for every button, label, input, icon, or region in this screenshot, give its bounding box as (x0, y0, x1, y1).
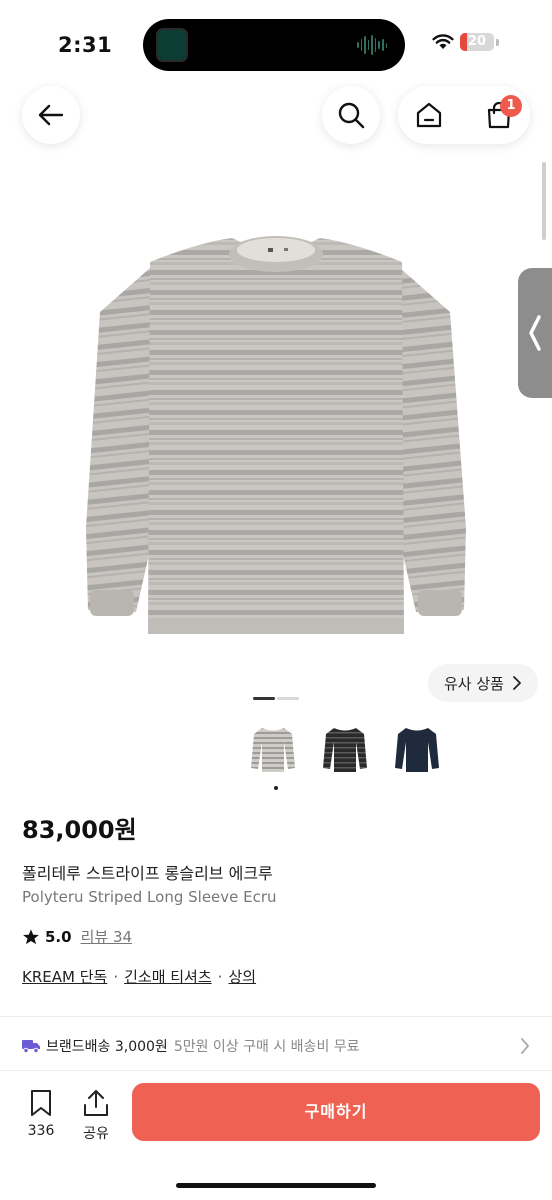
breadcrumb-kream-exclusive[interactable]: KREAM 단독 (22, 966, 107, 987)
bottom-action-bar: 336 공유 구매하기 (0, 1070, 552, 1200)
similar-products-button[interactable]: 유사 상품 (428, 664, 538, 702)
rating-value: 5.0 (45, 927, 72, 946)
color-thumb-stripe-ecru[interactable] (248, 722, 298, 776)
chevron-left-icon (529, 315, 541, 351)
image-pager (253, 697, 299, 700)
product-name-korean: 폴리테루 스트라이프 롱슬리브 에크루 (22, 864, 273, 883)
free-shipping-condition: 5만원 이상 구매 시 배송비 무료 (173, 1039, 360, 1055)
chevron-right-icon (513, 676, 521, 690)
color-thumb-navy[interactable] (392, 722, 442, 776)
side-panel-handle[interactable] (518, 268, 552, 398)
section-divider (0, 1016, 552, 1017)
rating-row: 5.0 리뷰 34 (22, 926, 132, 947)
now-playing-artwork (156, 28, 188, 62)
breadcrumb-separator: · (217, 967, 223, 986)
pager-dot (277, 697, 299, 700)
review-link[interactable]: 리뷰 34 (81, 926, 132, 947)
truck-icon (22, 1040, 40, 1053)
share-button[interactable]: 공유 (74, 1089, 118, 1143)
color-options (248, 722, 442, 776)
shipping-fee: 브랜드배송 3,000원 (46, 1039, 168, 1055)
product-price: 83,000원 (22, 816, 137, 844)
category-breadcrumb: KREAM 단독 · 긴소매 티셔츠 · 상의 (22, 966, 256, 987)
pager-dot (253, 697, 275, 700)
bookmark-icon (31, 1090, 51, 1116)
search-icon (338, 102, 365, 129)
dynamic-island[interactable] (143, 19, 405, 71)
wifi-icon (432, 34, 454, 49)
battery-tip (496, 38, 499, 46)
home-icon (416, 102, 442, 128)
share-label: 공유 (83, 1126, 109, 1142)
buy-button[interactable]: 구매하기 (132, 1083, 540, 1141)
search-button[interactable] (322, 86, 380, 144)
breadcrumb-long-sleeve[interactable]: 긴소매 티셔츠 (124, 966, 212, 987)
color-thumb-stripe-black[interactable] (320, 722, 370, 776)
scroll-indicator (542, 162, 546, 240)
breadcrumb-tops[interactable]: 상의 (228, 966, 256, 987)
status-time: 2:31 (58, 33, 113, 57)
audio-waveform-icon (357, 34, 388, 56)
similar-products-label: 유사 상품 (444, 674, 504, 693)
back-button[interactable] (22, 86, 80, 144)
product-name-english: Polyteru Striped Long Sleeve Ecru (22, 888, 277, 906)
selected-color-indicator (274, 786, 278, 790)
wishlist-button[interactable]: 336 (19, 1089, 63, 1139)
wishlist-count: 336 (27, 1123, 55, 1139)
star-icon (23, 929, 39, 944)
home-button[interactable] (414, 100, 444, 130)
status-icons: 20 (432, 33, 499, 51)
back-arrow-icon (38, 104, 64, 126)
share-icon (84, 1090, 108, 1116)
cart-badge: 1 (500, 95, 522, 117)
battery-level: 20 (467, 34, 487, 49)
battery-icon: 20 (460, 33, 494, 51)
product-image[interactable] (0, 150, 552, 680)
breadcrumb-separator: · (113, 967, 119, 986)
chevron-right-icon (521, 1038, 529, 1054)
shipping-info-row[interactable]: 브랜드배송 3,000원 5만원 이상 구매 시 배송비 무료 (22, 1036, 534, 1056)
home-indicator (176, 1183, 376, 1188)
